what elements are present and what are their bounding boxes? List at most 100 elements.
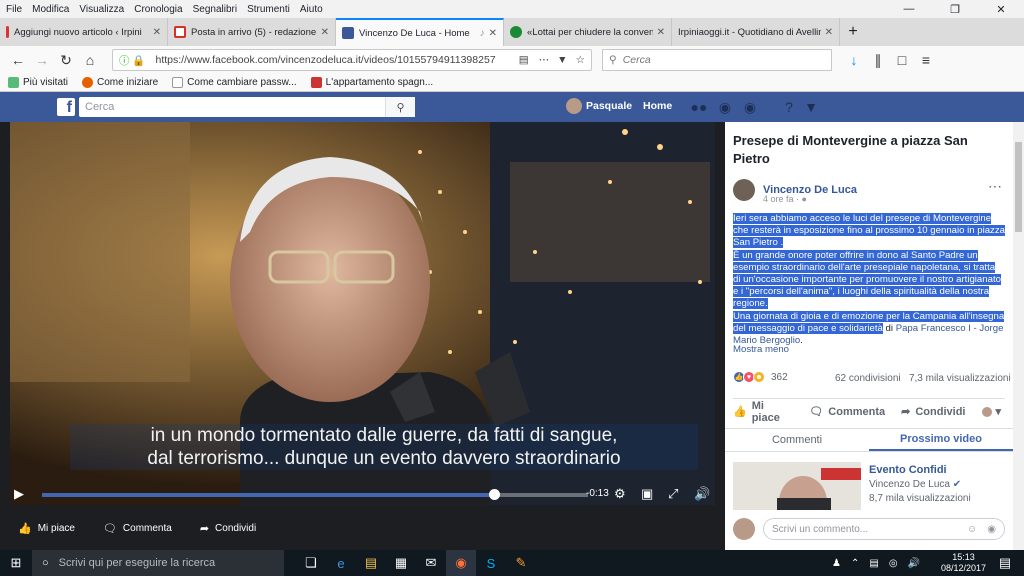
file-explorer-icon[interactable]: ▤ <box>356 550 386 576</box>
maximize-icon[interactable]: ❐ <box>932 0 978 18</box>
menu-visualizza[interactable]: Visualizza <box>79 4 124 15</box>
fb-search-input[interactable]: Cerca ⚲ <box>79 97 415 117</box>
bookmark-piu-visitati[interactable]: Più visitati <box>8 77 68 88</box>
menu-cronologia[interactable]: Cronologia <box>134 4 182 15</box>
hamburger-menu-icon[interactable]: ≡ <box>914 48 938 72</box>
bookmark-come-cambiare[interactable]: Come cambiare passw... <box>172 77 297 88</box>
post-like-button[interactable]: 👍 Mi piace <box>733 400 793 424</box>
next-video-item[interactable]: Evento Confidi Vincenzo De Luca ✔ 8,7 mi… <box>733 462 1005 510</box>
new-tab-button[interactable]: + <box>840 18 866 46</box>
speaker-icon[interactable]: ♪ <box>480 28 485 39</box>
video-progress-bar[interactable] <box>42 489 588 500</box>
shares-count[interactable]: 62 condivisioni <box>835 373 901 384</box>
close-tab-icon[interactable]: ✕ <box>825 27 833 38</box>
minimize-icon[interactable]: — <box>886 0 932 18</box>
close-tab-icon[interactable]: ✕ <box>657 27 665 38</box>
help-icon[interactable]: ? <box>780 98 798 116</box>
tab-aggiungi-articolo[interactable]: Aggiungi nuovo articolo ‹ Irpini ✕ <box>0 18 168 46</box>
reactions-summary[interactable]: 👍 ♥ ☻ 362 <box>733 371 788 383</box>
video-player[interactable]: in un mondo tormentato dalle guerre, da … <box>10 122 715 505</box>
store-icon[interactable]: ▦ <box>386 550 416 576</box>
home-link[interactable]: Home <box>643 100 672 112</box>
show-less-link[interactable]: Mostra meno <box>733 344 789 355</box>
fullscreen-icon[interactable]: ⤢ <box>668 486 678 502</box>
home-icon[interactable]: ⌂ <box>78 48 102 72</box>
video-like-button[interactable]: 👍 Mi piace <box>18 522 75 535</box>
notifications-globe-icon[interactable]: ◉ <box>741 98 759 116</box>
tab-posta[interactable]: Posta in arrivo (5) - redazione@ ✕ <box>168 18 336 46</box>
play-icon[interactable]: ▶ <box>14 486 24 502</box>
scrollbar-thumb[interactable] <box>1015 142 1022 232</box>
next-video-title[interactable]: Evento Confidi <box>869 464 971 476</box>
menu-segnalibri[interactable]: Segnalibri <box>193 4 237 15</box>
reader-icon[interactable]: ▤ <box>519 54 529 66</box>
close-tab-icon[interactable]: ✕ <box>489 28 497 39</box>
action-center-icon[interactable]: ▤ <box>990 550 1020 576</box>
firefox-icon[interactable]: ◉ <box>446 550 476 576</box>
download-icon[interactable]: ↓ <box>842 48 866 72</box>
settings-gear-icon[interactable]: ⚙ <box>614 486 626 502</box>
taskbar-search[interactable]: ○ Scrivi qui per eseguire la ricerca <box>32 550 284 576</box>
network-icon[interactable]: ▤ <box>869 558 878 569</box>
taskbar-clock[interactable]: 15:13 08/12/2017 <box>941 552 986 574</box>
page-scrollbar[interactable] <box>1013 122 1024 550</box>
menu-file[interactable]: File <box>6 4 22 15</box>
task-view-icon[interactable]: ❏ <box>296 550 326 576</box>
url-bar[interactable]: ⓘ 🔒 https://www.facebook.com/vincenzodel… <box>112 49 592 71</box>
volume-icon[interactable]: 🔊 <box>694 486 710 502</box>
windows-start-icon[interactable]: ⊞ <box>0 550 32 576</box>
post-comment-button[interactable]: 🗨 Commenta <box>809 405 885 419</box>
search-input[interactable]: ⚲ Cerca <box>602 49 832 71</box>
picture-in-picture-icon[interactable]: ▣ <box>641 486 653 502</box>
search-icon[interactable]: ⚲ <box>385 97 415 117</box>
close-window-icon[interactable]: ✕ <box>978 0 1024 18</box>
tab-lottai[interactable]: «Lottai per chiudere la convens ✕ <box>504 18 672 46</box>
library-icon[interactable]: ∥ <box>866 48 890 72</box>
post-time[interactable]: 4 ore fa · ● <box>763 194 807 204</box>
sidebar-icon[interactable]: □ <box>890 48 914 72</box>
verified-icon: ✔ <box>952 479 962 490</box>
page-actions-icon[interactable]: ⋯ <box>539 54 550 66</box>
messenger-icon[interactable]: ◉ <box>716 98 734 116</box>
reload-icon[interactable]: ↻ <box>54 48 78 72</box>
bookmark-come-iniziare[interactable]: Come iniziare <box>82 77 158 88</box>
people-icon[interactable]: ♟ <box>832 558 841 569</box>
camera-icon[interactable]: ◉ <box>987 524 996 535</box>
facebook-logo-icon[interactable]: f <box>57 98 75 116</box>
forward-icon[interactable]: → <box>30 48 54 72</box>
mail-icon[interactable]: ✉ <box>416 550 446 576</box>
chevron-down-icon[interactable]: ▼ <box>802 98 820 116</box>
video-progress-handle[interactable] <box>489 489 501 500</box>
pocket-icon[interactable]: ▼ <box>557 54 567 66</box>
next-video-author[interactable]: Vincenzo De Luca ✔ <box>869 479 971 490</box>
post-as-selector[interactable]: ▾ <box>981 405 1001 418</box>
author-avatar[interactable] <box>733 179 755 201</box>
post-share-button[interactable]: ➦ Condividi <box>901 405 965 419</box>
video-comment-button[interactable]: 🗨 Commenta <box>103 522 172 535</box>
profile-link[interactable]: Pasquale <box>566 98 632 114</box>
tab-irpiniaoggi[interactable]: Irpiniaoggi.it - Quotidiano di Avellin ✕ <box>672 18 840 46</box>
comment-input[interactable]: Scrivi un commento... ☺ ◉ <box>763 518 1005 540</box>
menu-modifica[interactable]: Modifica <box>32 4 69 15</box>
bookmark-appartamento[interactable]: L'appartamento spagn... <box>310 77 433 88</box>
more-options-icon[interactable]: ⋯ <box>988 178 1002 195</box>
friend-requests-icon[interactable]: ●● <box>690 98 708 116</box>
close-tab-icon[interactable]: ✕ <box>321 27 329 38</box>
tab-next-video[interactable]: Prossimo video <box>869 429 1013 451</box>
edge-icon[interactable]: e <box>326 550 356 576</box>
wifi-icon[interactable]: ◎ <box>889 558 898 569</box>
paint-icon[interactable]: ✎ <box>506 550 536 576</box>
star-icon[interactable]: ☆ <box>576 54 585 66</box>
close-tab-icon[interactable]: ✕ <box>153 27 161 38</box>
menu-strumenti[interactable]: Strumenti <box>247 4 290 15</box>
emoji-icon[interactable]: ☺ <box>967 524 977 535</box>
back-icon[interactable]: ← <box>6 48 30 72</box>
next-video-thumbnail[interactable] <box>733 462 861 510</box>
tab-vincenzo-de-luca[interactable]: Vincenzo De Luca - Home ♪ ✕ <box>336 18 504 46</box>
skype-icon[interactable]: S <box>476 550 506 576</box>
menu-aiuto[interactable]: Aiuto <box>300 4 323 15</box>
video-share-button[interactable]: ➦ Condividi <box>200 522 256 535</box>
tab-comments[interactable]: Commenti <box>725 429 869 451</box>
volume-icon[interactable]: 🔊 <box>908 558 920 569</box>
chevron-up-icon[interactable]: ⌃ <box>851 558 859 569</box>
